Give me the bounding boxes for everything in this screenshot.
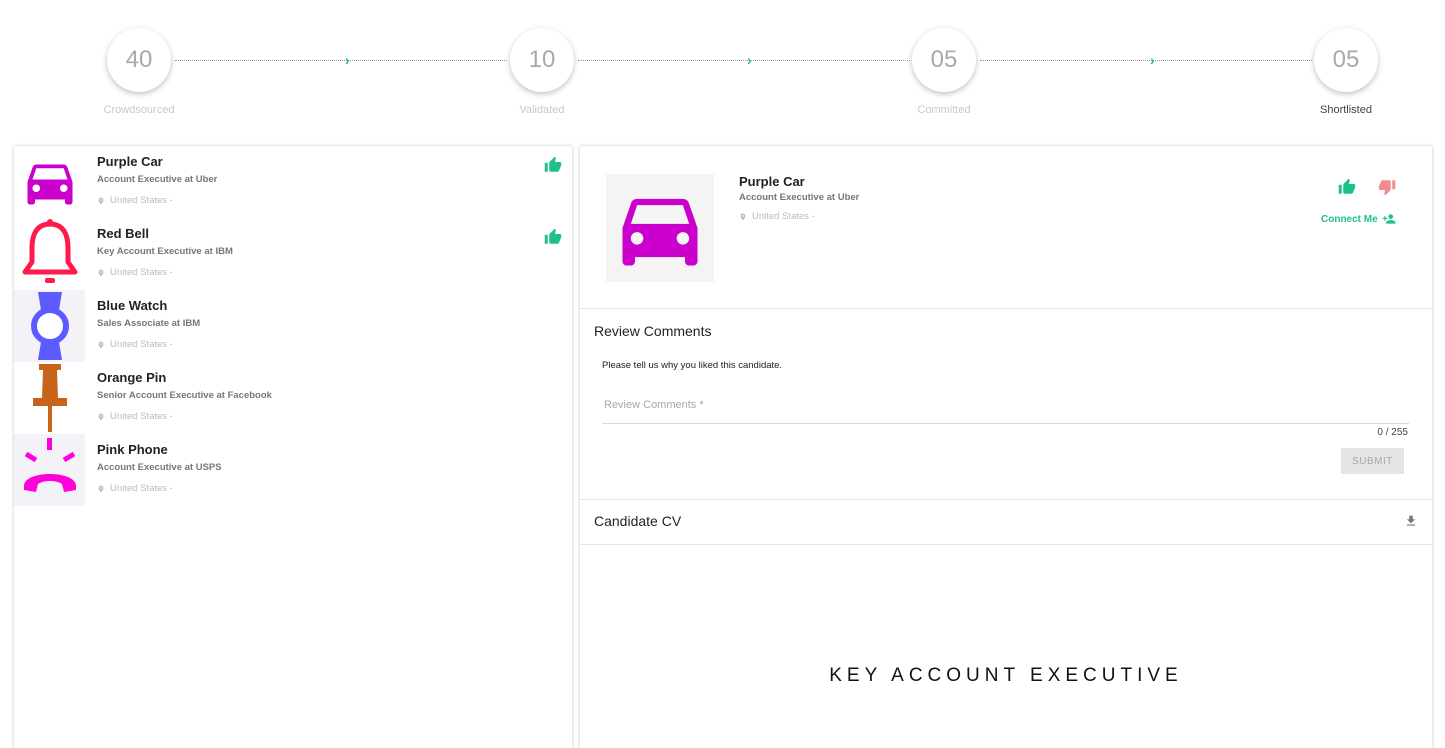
chevron-right-icon: ›: [1150, 52, 1155, 68]
step-validated[interactable]: 10 Validated: [482, 28, 602, 116]
location-pin-icon: [98, 197, 104, 204]
thumb-up-icon[interactable]: [544, 228, 562, 251]
submit-button[interactable]: SUBMIT: [1341, 448, 1404, 474]
step-shortlisted[interactable]: 05 Shortlisted: [1286, 28, 1406, 116]
watch-icon: [14, 290, 85, 362]
candidate-item[interactable]: Blue Watch Sales Associate at IBM United…: [14, 290, 572, 362]
candidate-list: Purple Car Account Executive at Uber Uni…: [14, 146, 572, 748]
candidate-location: United States -: [97, 483, 173, 494]
cv-preview[interactable]: KEY ACCOUNT EXECUTIVE: [580, 545, 1432, 745]
candidate-detail: Purple Car Account Executive at Uber Uni…: [580, 146, 1432, 748]
chevron-right-icon: ›: [345, 52, 350, 68]
step-count: 05: [912, 28, 976, 92]
step-connector: [980, 60, 1312, 61]
step-label: Validated: [519, 104, 565, 116]
review-comments-section: Review Comments Please tell us why you l…: [580, 309, 1432, 500]
candidate-location-text: United States -: [110, 483, 173, 494]
download-icon[interactable]: [1404, 514, 1418, 533]
pin-icon: [14, 362, 85, 434]
candidate-title: Senior Account Executive at Facebook: [97, 390, 272, 401]
step-label: Committed: [917, 104, 971, 116]
candidate-title: Key Account Executive at IBM: [97, 246, 233, 257]
candidate-location: United States -: [97, 267, 173, 278]
profile-name: Purple Car: [739, 174, 805, 189]
candidate-location-text: United States -: [110, 195, 173, 206]
step-label: Shortlisted: [1320, 104, 1372, 116]
step-count: 10: [510, 28, 574, 92]
candidate-name: Purple Car: [97, 154, 163, 169]
car-icon: [14, 146, 85, 218]
candidate-profile: Purple Car Account Executive at Uber Uni…: [580, 146, 1432, 309]
candidate-title: Sales Associate at IBM: [97, 318, 201, 329]
step-count: 05: [1314, 28, 1378, 92]
review-heading: Review Comments: [594, 323, 712, 339]
thumb-up-icon[interactable]: [1338, 178, 1356, 201]
step-committed[interactable]: 05 Committed: [884, 28, 1004, 116]
candidate-item[interactable]: Pink Phone Account Executive at USPS Uni…: [14, 434, 572, 506]
candidate-title: Account Executive at Uber: [97, 174, 218, 185]
step-crowdsourced[interactable]: 40 Crowdsourced: [79, 28, 199, 116]
cv-heading: Candidate CV: [594, 513, 682, 529]
candidate-location-text: United States -: [110, 267, 173, 278]
step-count: 40: [107, 28, 171, 92]
phone-icon: [14, 434, 85, 506]
candidate-name: Pink Phone: [97, 442, 168, 457]
candidate-name: Blue Watch: [97, 298, 168, 313]
thumb-up-icon[interactable]: [544, 156, 562, 179]
profile-title: Account Executive at Uber: [739, 192, 860, 203]
candidate-item[interactable]: Red Bell Key Account Executive at IBM Un…: [14, 218, 572, 290]
candidate-location: United States -: [97, 339, 173, 350]
character-counter: 0 / 255: [1377, 427, 1408, 438]
candidate-name: Orange Pin: [97, 370, 167, 385]
profile-location-text: United States -: [752, 211, 815, 222]
chevron-right-icon: ›: [747, 52, 752, 68]
thumb-down-icon[interactable]: [1378, 178, 1396, 201]
cv-document-heading: KEY ACCOUNT EXECUTIVE: [829, 665, 1183, 686]
candidate-cv-header: Candidate CV: [580, 500, 1432, 545]
location-pin-icon: [98, 485, 104, 492]
candidate-location-text: United States -: [110, 339, 173, 350]
pipeline-stepper: 40 Crowdsourced › 10 Validated › 05 Comm…: [0, 0, 1445, 130]
location-pin-icon: [98, 413, 104, 420]
connect-me-button[interactable]: Connect Me: [1321, 212, 1397, 226]
profile-location: United States -: [739, 211, 815, 222]
step-label: Crowdsourced: [103, 104, 175, 116]
candidate-name: Red Bell: [97, 226, 150, 241]
review-comments-input[interactable]: [602, 387, 1409, 424]
candidate-location: United States -: [97, 195, 173, 206]
bell-icon: [14, 218, 85, 290]
candidate-title: Account Executive at USPS: [97, 462, 222, 473]
step-connector: [175, 60, 507, 61]
candidate-item[interactable]: Orange Pin Senior Account Executive at F…: [14, 362, 572, 434]
connect-me-label: Connect Me: [1321, 213, 1378, 225]
location-pin-icon: [740, 213, 746, 220]
candidate-item[interactable]: Purple Car Account Executive at Uber Uni…: [14, 146, 572, 218]
location-pin-icon: [98, 341, 104, 348]
location-pin-icon: [98, 269, 104, 276]
step-connector: [578, 60, 910, 61]
candidate-location-text: United States -: [110, 411, 173, 422]
candidate-location: United States -: [97, 411, 173, 422]
review-hint: Please tell us why you liked this candid…: [602, 360, 783, 371]
person-add-icon: [1382, 214, 1396, 224]
car-icon: [606, 174, 714, 282]
